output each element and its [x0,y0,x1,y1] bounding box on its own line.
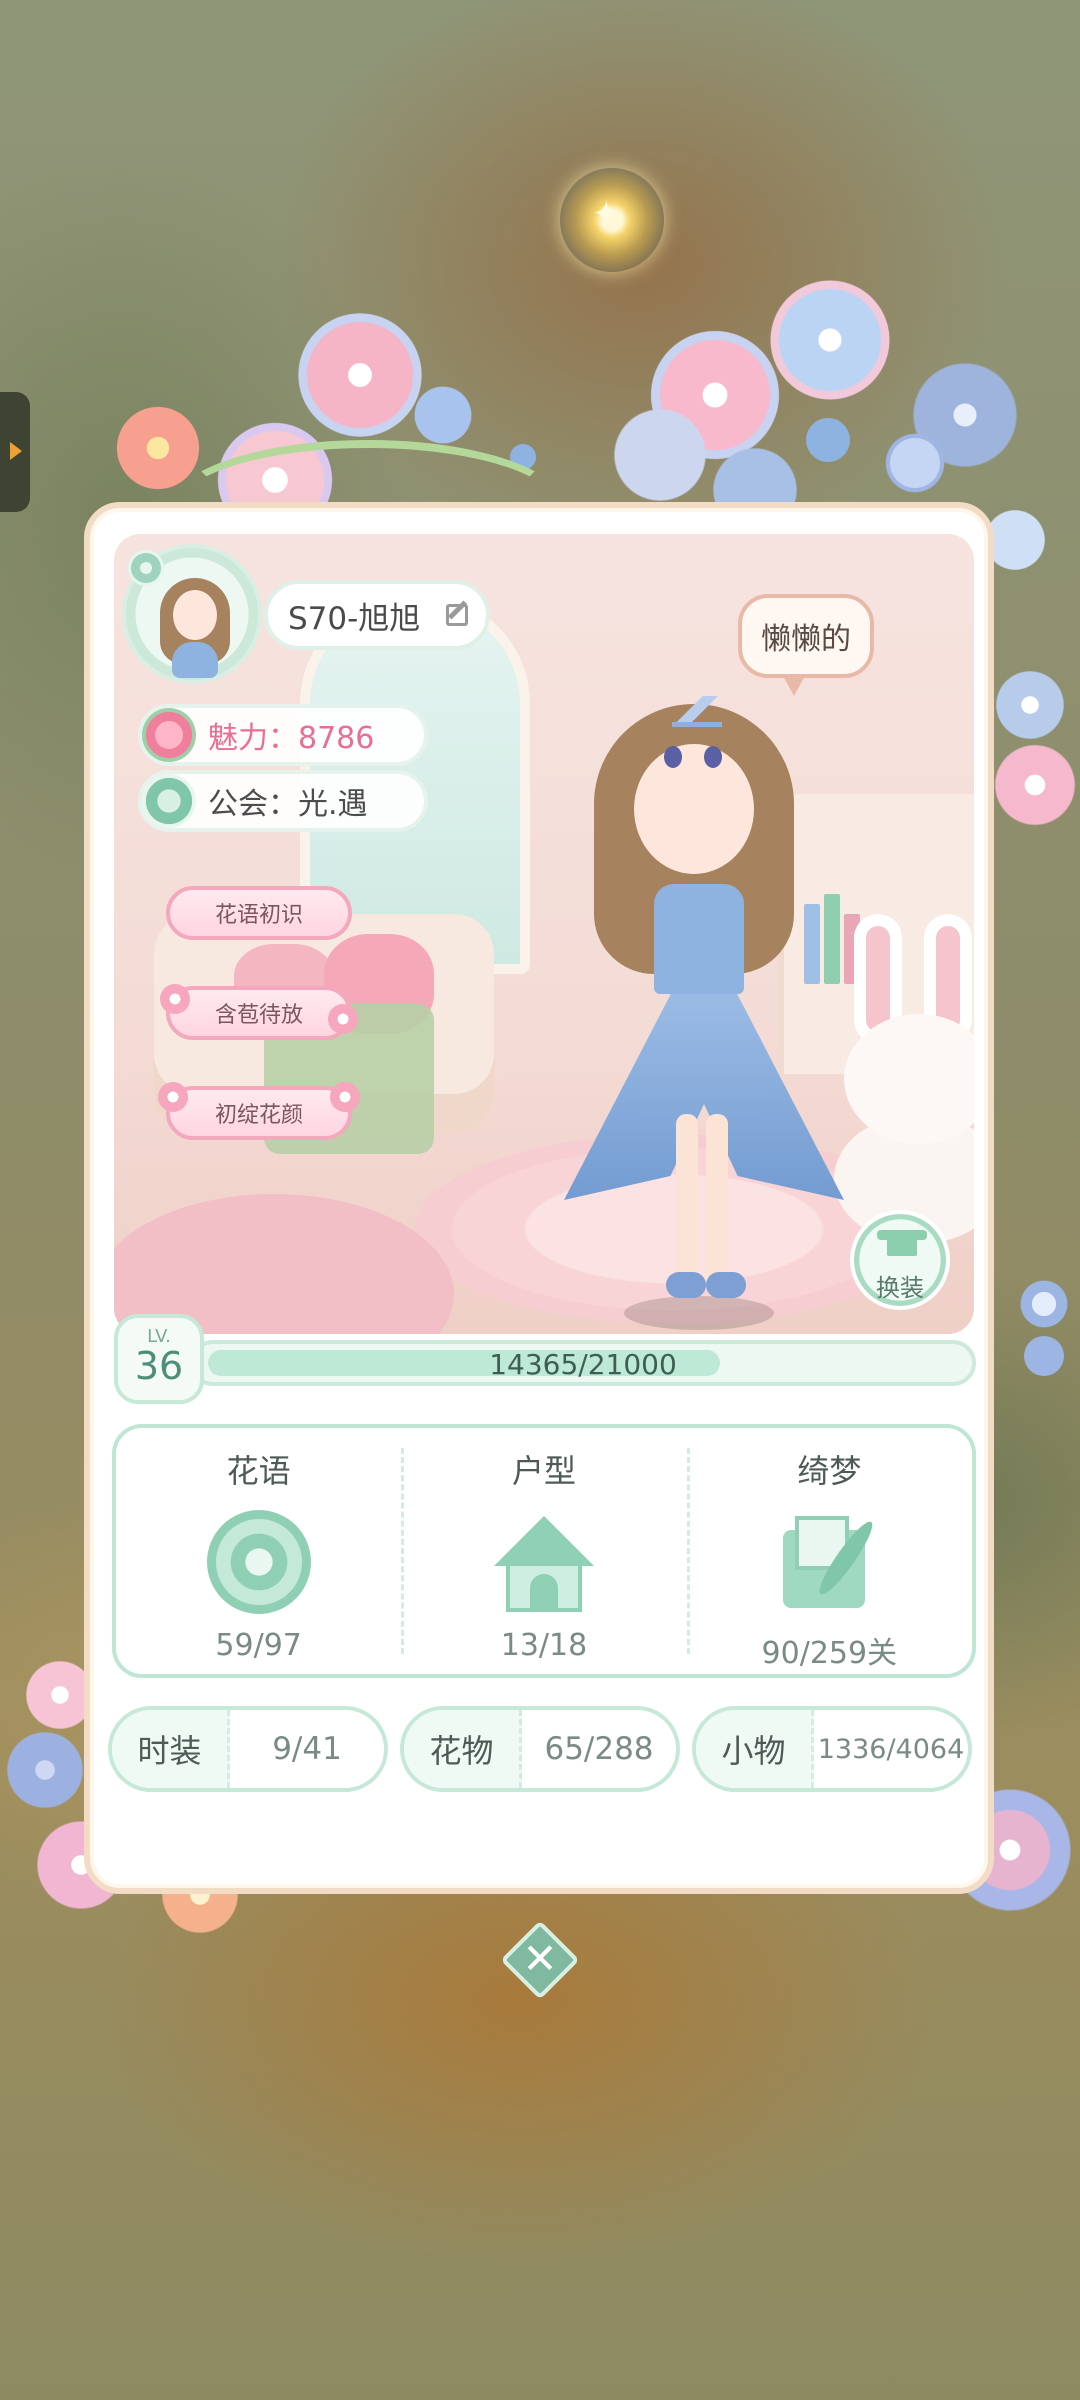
collection-dream[interactable]: 绮梦 90/259关 [686,1428,972,1674]
title-badge-label: 初绽花颜 [214,1103,303,1128]
title-badge-label: 花语初识 [214,903,303,928]
title-badge-2[interactable]: 含苞待放 [160,984,358,1040]
guild-emblem-icon [142,774,196,828]
title-badge-label: 含苞待放 [214,1003,303,1028]
player-name: S70-旭旭 [288,600,421,637]
avatar-frame-gear-icon[interactable] [128,550,164,586]
change-outfit-label: 换装 [876,1274,924,1302]
sparkle-button[interactable]: ✦ [560,168,664,272]
level-value: 36 [134,1344,184,1388]
exp-text: 14365/21000 [489,1348,677,1381]
title-badge-3[interactable]: 初绽花颜 [158,1082,360,1140]
flower-items-count[interactable]: 花物 65/288 [400,1706,680,1792]
charm-text: 魅力：8786 [208,721,375,756]
fashion-label: 时装 [112,1710,230,1788]
flower-icon [160,984,190,1014]
flower-items-value: 65/288 [544,1731,654,1767]
exp-progress-bar: 14365/21000 [190,1340,976,1386]
side-drawer-tab[interactable] [0,392,30,512]
house-icon [492,1510,596,1614]
collection-title: 花语 [226,1452,291,1490]
collection-title: 绮梦 [797,1452,862,1490]
flower-items-label: 花物 [404,1710,522,1788]
flower-icon [330,1082,360,1112]
flower-icon [206,1510,311,1614]
small-items-count[interactable]: 小物 1336/4064 [692,1706,972,1792]
profile-card: S70-旭旭 魅力：8786 公会：光.遇 花语初识 含苞待放 初绽花颜 懒懒的 [84,502,994,1894]
flower-icon [328,1004,358,1034]
small-items-value: 1336/4064 [817,1733,965,1765]
sparkle-icon: ✦ [592,194,621,234]
collection-panel: 花语 59/97 户型 13/18 绮梦 90/259关 [112,1424,976,1678]
mood-text: 懒懒的 [761,622,851,657]
letter-quill-icon [777,1510,881,1614]
title-badge-1[interactable]: 花语初识 [166,886,352,940]
collection-flower-language[interactable]: 花语 59/97 [116,1428,401,1674]
close-icon: ✕ [522,1934,558,1983]
collection-value: 90/259关 [761,1636,898,1671]
character-model[interactable] [554,684,874,1330]
collection-value: 59/97 [215,1628,302,1663]
flower-icon [158,1082,188,1112]
tiara-icon [672,696,722,727]
collection-house-type[interactable]: 户型 13/18 [401,1428,686,1674]
guild-stat[interactable]: 公会：光.遇 [138,770,428,832]
edit-icon[interactable] [446,604,468,626]
shirt-icon [877,1230,927,1256]
player-name-pill[interactable]: S70-旭旭 [264,580,490,650]
rose-icon [142,708,196,762]
charm-stat: 魅力：8786 [138,704,428,766]
close-button[interactable]: ✕ [500,1920,580,2000]
guild-text: 公会：光.遇 [208,787,368,822]
room-scene: S70-旭旭 魅力：8786 公会：光.遇 花语初识 含苞待放 初绽花颜 懒懒的 [114,534,974,1334]
small-items-label: 小物 [696,1710,814,1788]
mood-bubble[interactable]: 懒懒的 [738,594,874,696]
fashion-value: 9/41 [272,1731,342,1767]
collection-value: 13/18 [500,1628,588,1663]
change-outfit-button[interactable]: 换装 [850,1210,950,1310]
collection-title: 户型 [511,1452,576,1490]
level-badge: LV. 36 [114,1314,204,1404]
fashion-count[interactable]: 时装 9/41 [108,1706,388,1792]
